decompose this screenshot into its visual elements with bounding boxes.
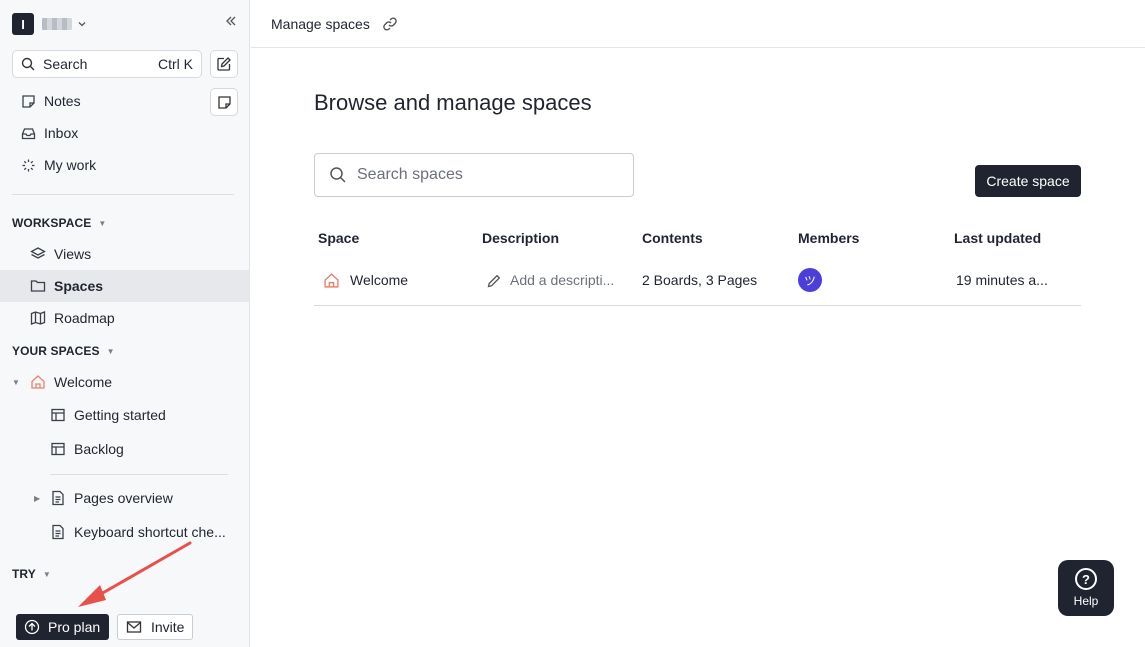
caret-down-icon[interactable]: ▼ — [12, 378, 22, 387]
search-label: Search — [43, 56, 88, 72]
search-spaces-field[interactable] — [314, 153, 634, 197]
upgrade-arrow-icon — [24, 619, 40, 635]
invite-label: Invite — [151, 619, 185, 635]
row-last-updated: 19 minutes a... — [956, 272, 1048, 288]
your-spaces-title: YOUR SPACES — [12, 344, 100, 358]
caret-right-icon[interactable]: ▶ — [34, 494, 50, 503]
caret-down-icon: ▼ — [42, 569, 51, 579]
sidebar-divider — [12, 194, 234, 195]
nav-inbox-label: Inbox — [44, 125, 79, 141]
space-welcome-label: Welcome — [54, 374, 113, 390]
sidebar: I Search Ctrl K Notes Inbox My work WORK… — [0, 0, 250, 647]
page-icon — [50, 524, 66, 540]
nav-spaces[interactable]: Spaces — [0, 270, 249, 302]
link-icon[interactable] — [382, 16, 398, 32]
breadcrumb-title: Manage spaces — [271, 15, 370, 32]
pro-plan-label: Pro plan — [48, 619, 101, 635]
mail-icon — [126, 619, 142, 635]
table-row-divider — [314, 305, 1081, 306]
chevron-down-icon — [77, 19, 87, 29]
nav-backlog-label: Backlog — [74, 441, 124, 457]
column-header-space[interactable]: Space — [318, 230, 359, 246]
inbox-icon — [20, 125, 36, 141]
caret-down-icon: ▼ — [106, 346, 115, 356]
note-icon — [20, 93, 36, 109]
nav-pages-overview-label: Pages overview — [74, 490, 173, 506]
nav-backlog[interactable]: Backlog — [0, 433, 249, 465]
sidebar-search[interactable]: Search Ctrl K — [12, 50, 202, 78]
nav-roadmap-label: Roadmap — [54, 310, 115, 326]
help-icon: ? — [1075, 568, 1097, 590]
new-page-button[interactable] — [210, 50, 238, 78]
workspace-section-title: WORKSPACE — [12, 216, 92, 230]
help-button[interactable]: ? Help — [1058, 560, 1114, 616]
nav-getting-started[interactable]: Getting started — [0, 399, 249, 431]
top-bar: Manage spaces — [251, 0, 1145, 48]
home-icon — [323, 272, 340, 289]
member-avatar[interactable]: ツ — [798, 268, 822, 292]
table-icon — [50, 407, 66, 423]
row-contents: 2 Boards, 3 Pages — [642, 272, 758, 288]
nav-my-work-label: My work — [44, 157, 97, 173]
nav-notes-label: Notes — [44, 93, 81, 109]
row-space-name[interactable]: Welcome — [350, 272, 408, 288]
workspace-switcher[interactable]: I — [12, 12, 238, 36]
row-description[interactable]: Add a descripti... — [510, 272, 618, 288]
edit-icon — [216, 56, 232, 72]
page-icon — [50, 490, 66, 506]
nav-my-work[interactable]: My work — [0, 149, 249, 181]
caret-down-icon: ▼ — [98, 218, 107, 228]
nav-keyboard-shortcuts[interactable]: Keyboard shortcut che... — [0, 516, 249, 548]
workspace-name-redacted — [42, 18, 72, 30]
collapse-sidebar-icon[interactable] — [224, 14, 238, 28]
help-label: Help — [1073, 594, 1099, 608]
create-space-button[interactable]: Create space — [975, 165, 1081, 197]
your-spaces-section-header[interactable]: YOUR SPACES ▼ — [12, 344, 115, 358]
try-section-title: TRY — [12, 567, 36, 581]
nav-roadmap[interactable]: Roadmap — [0, 302, 249, 334]
pro-plan-button[interactable]: Pro plan — [16, 614, 109, 640]
search-shortcut: Ctrl K — [158, 56, 193, 72]
sticky-note-icon — [217, 95, 232, 110]
page-title: Browse and manage spaces — [314, 90, 592, 115]
folder-icon — [30, 278, 46, 294]
table-icon — [50, 441, 66, 457]
search-icon — [21, 57, 35, 71]
search-spaces-input[interactable] — [357, 166, 617, 184]
search-icon — [329, 166, 347, 184]
try-section-header[interactable]: TRY ▼ — [12, 567, 51, 581]
home-icon — [30, 374, 46, 390]
column-header-contents[interactable]: Contents — [642, 230, 703, 246]
nav-pages-overview[interactable]: ▶ Pages overview — [0, 482, 249, 514]
invite-button[interactable]: Invite — [117, 614, 193, 640]
map-icon — [30, 310, 46, 326]
space-divider — [50, 474, 228, 475]
column-header-members[interactable]: Members — [798, 230, 859, 246]
nav-inbox[interactable]: Inbox — [0, 117, 249, 149]
layers-icon — [30, 246, 46, 262]
pencil-icon[interactable] — [486, 273, 502, 289]
workspace-avatar: I — [12, 13, 34, 35]
quick-note-button[interactable] — [210, 88, 238, 116]
nav-views[interactable]: Views — [0, 238, 249, 270]
nav-spaces-label: Spaces — [54, 278, 104, 294]
column-header-last-updated[interactable]: Last updated — [954, 230, 1041, 246]
nav-getting-started-label: Getting started — [74, 407, 166, 423]
workspace-section-header[interactable]: WORKSPACE ▼ — [12, 216, 106, 230]
sidebar-footer: Pro plan Invite — [0, 604, 249, 647]
spinner-icon — [20, 157, 36, 173]
space-welcome[interactable]: ▼ Welcome — [0, 366, 249, 398]
column-header-description[interactable]: Description — [482, 230, 559, 246]
nav-keyboard-shortcuts-label: Keyboard shortcut che... — [74, 524, 226, 540]
nav-views-label: Views — [54, 246, 92, 262]
